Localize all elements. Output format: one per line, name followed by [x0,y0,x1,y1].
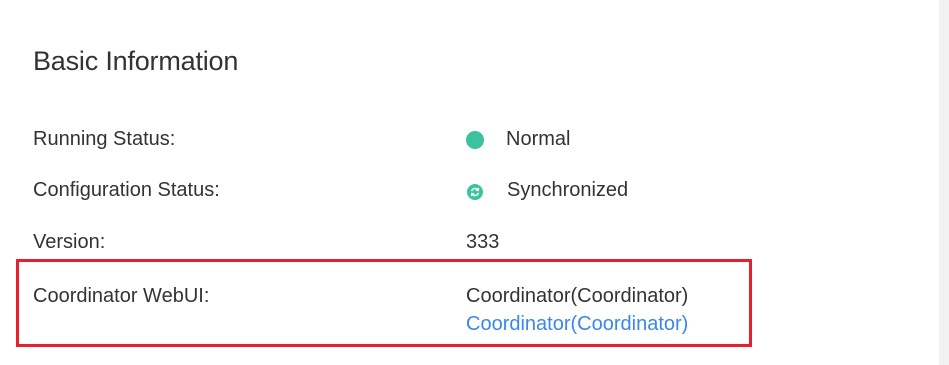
section-title: Basic Information [33,46,239,76]
scrollbar-track[interactable] [939,0,949,365]
running-status-label: Running Status: [33,128,176,150]
coordinator-webui-link[interactable]: Coordinator(Coordinator) [466,313,688,336]
version-label: Version: [33,231,106,253]
running-status-value: Normal [466,128,570,151]
status-dot-icon [466,130,484,149]
coordinator-webui-text: Coordinator(Coordinator) [466,285,689,307]
sync-icon [467,183,483,200]
configuration-status-label: Configuration Status: [33,179,220,201]
running-status-text: Normal [506,128,571,150]
configuration-status-text: Synchronized [507,179,629,201]
version-value: 333 [466,231,500,253]
basic-information-panel: Basic Information Running Status: Normal… [0,0,949,365]
coordinator-webui-label: Coordinator WebUI: [33,285,210,307]
configuration-status-value: Synchronized [466,179,628,202]
